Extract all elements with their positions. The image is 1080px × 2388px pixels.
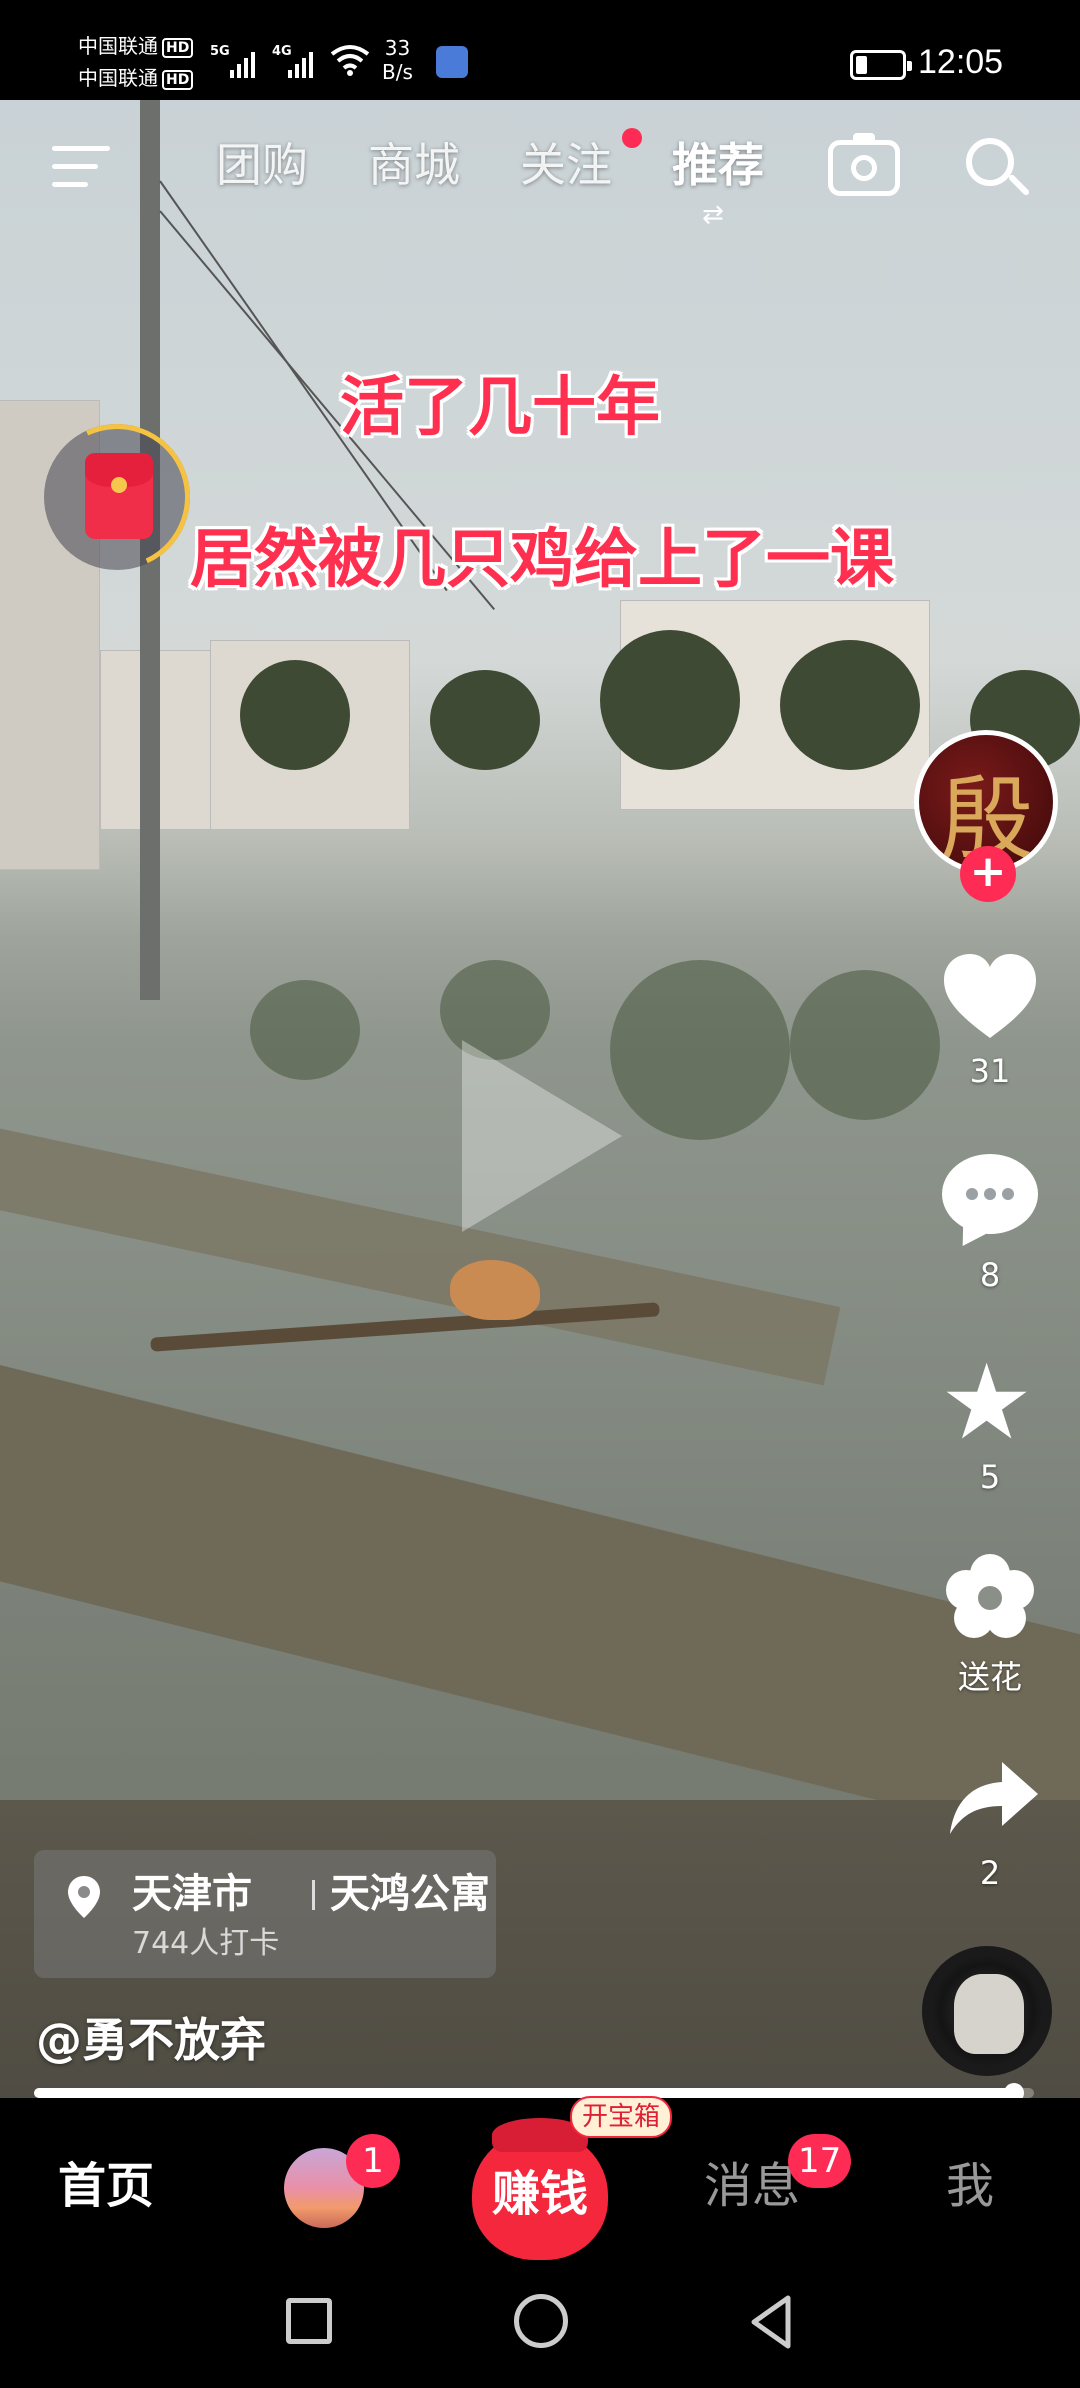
carrier-2: 中国联通 HD — [78, 66, 194, 90]
tab-recommended[interactable]: 推荐 — [672, 136, 764, 194]
wifi-icon — [330, 45, 370, 76]
location-place: 天鸿公寓 — [330, 1871, 490, 1917]
progress-fill — [34, 2088, 1014, 2098]
scene-tree — [780, 640, 920, 770]
send-flower-label[interactable]: 送花 — [910, 1652, 1070, 1698]
video-progress-bar[interactable] — [34, 2083, 1034, 2103]
location-city: 天津市 — [132, 1871, 252, 1917]
share-count: 2 — [979, 1854, 1001, 1892]
location-pin-icon — [68, 1876, 100, 1918]
camera-icon[interactable] — [828, 133, 900, 196]
status-bar: 中国联通 HD 中国联通 HD 5G 4G 33 B/s 12:05 — [0, 0, 1080, 100]
scene-reflection — [790, 970, 940, 1120]
carrier-1: 中国联通 HD — [78, 34, 194, 58]
comment-count: 8 — [979, 1256, 1001, 1294]
tab-group-buy[interactable]: 团购 — [216, 136, 308, 194]
clock: 12:05 — [918, 43, 1004, 81]
speed-unit: B/s — [382, 60, 413, 84]
tab-me[interactable]: 我 — [946, 2156, 994, 2216]
video-caption-line-1: 活了几十年 — [340, 371, 660, 445]
recent-apps-icon[interactable] — [286, 2298, 332, 2344]
location-tag[interactable]: 天津市 天鸿公寓 744人打卡 — [34, 1850, 496, 1978]
music-disc[interactable] — [922, 1946, 1052, 2076]
location-divider — [312, 1880, 315, 1910]
speed-value: 33 — [384, 36, 411, 60]
play-icon[interactable] — [462, 1040, 622, 1232]
messages-badge: 17 — [788, 2134, 852, 2188]
back-icon[interactable] — [742, 2292, 802, 2352]
home-icon[interactable] — [514, 2294, 568, 2348]
scene-tree — [240, 660, 350, 770]
scene-bank — [0, 1350, 1080, 1869]
author-name[interactable]: @勇不放弃 — [36, 2012, 266, 2068]
hd-badge: HD — [162, 37, 194, 58]
red-packet-button[interactable] — [23, 403, 211, 591]
location-checkins: 744人打卡 — [132, 1926, 280, 1961]
battery-icon — [850, 50, 912, 80]
follow-button[interactable]: + — [960, 846, 1016, 902]
menu-icon[interactable] — [52, 142, 110, 190]
following-unread-dot — [622, 128, 642, 148]
red-packet-icon — [85, 453, 153, 539]
signal-icon-2 — [288, 48, 313, 78]
system-nav-bar — [0, 2278, 1080, 2388]
carrier-1-name: 中国联通 — [78, 34, 158, 58]
like-count: 31 — [969, 1052, 1011, 1090]
share-icon[interactable] — [946, 1758, 1040, 1838]
tab-mall[interactable]: 商城 — [368, 136, 460, 194]
earn-label: 赚钱 — [491, 2166, 588, 2222]
flower-icon[interactable] — [946, 1554, 1034, 1642]
star-icon[interactable]: ★ — [940, 1350, 1033, 1454]
friends-badge: 1 — [346, 2134, 400, 2188]
bottom-tab-bar: 首页 1 赚钱 开宝箱 消息 17 我 — [0, 2096, 1080, 2278]
scene-tree — [600, 630, 740, 770]
search-icon[interactable] — [966, 138, 1014, 186]
comment-icon[interactable] — [942, 1154, 1038, 1234]
scene-reflection — [250, 980, 360, 1080]
treasure-box-badge: 开宝箱 — [570, 2096, 673, 2138]
scene-reflection — [610, 960, 790, 1140]
network-type-5g: 5G — [210, 44, 230, 59]
tab-home[interactable]: 首页 — [58, 2156, 154, 2216]
scene-bank-far — [0, 1120, 841, 1386]
signal-icon — [230, 48, 255, 78]
network-speed: 33 B/s — [382, 36, 413, 84]
heart-icon[interactable] — [940, 950, 1040, 1050]
carrier-2-name: 中国联通 — [78, 66, 158, 90]
top-nav: 团购 商城 关注 推荐 ⇄ — [0, 100, 1080, 230]
notification-app-icon — [436, 46, 468, 78]
scene-tree — [430, 670, 540, 770]
tab-following[interactable]: 关注 — [520, 136, 612, 194]
favorite-count: 5 — [979, 1458, 1001, 1496]
hd-badge-2: HD — [162, 69, 194, 90]
tab-messages[interactable]: 消息 — [704, 2156, 800, 2216]
swap-icon: ⇄ — [702, 200, 724, 230]
